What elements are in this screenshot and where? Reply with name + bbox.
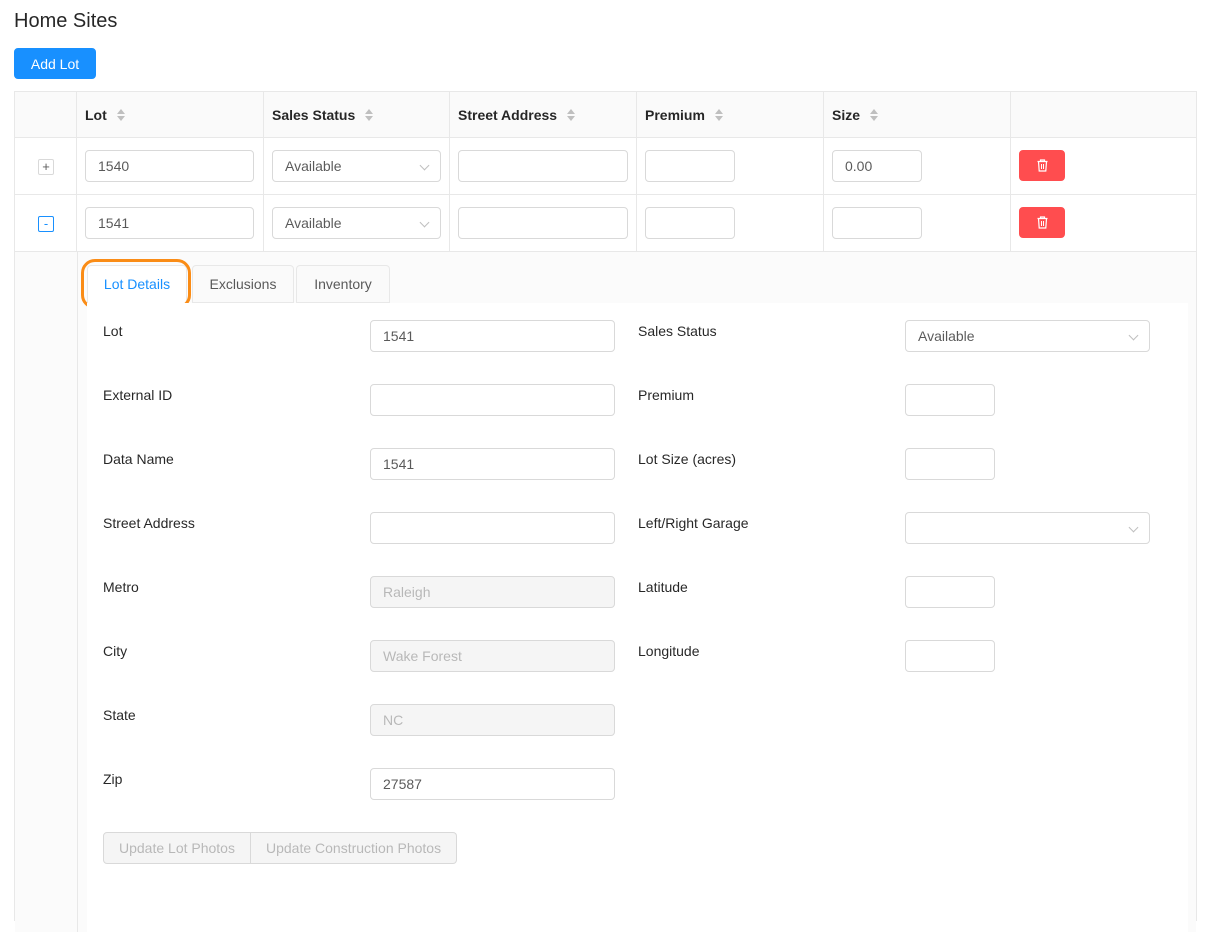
field-label-longitude: Longitude [638,643,700,659]
sales-status-field[interactable]: Available [905,320,1150,352]
collapse-row-icon[interactable]: - [38,216,54,232]
lot-input[interactable] [85,207,254,239]
street-address-input[interactable] [458,207,628,239]
column-header-label: Lot [85,106,107,123]
field-label-sales-status: Sales Status [638,323,717,339]
field-label-data-name: Data Name [103,451,174,467]
field-label-metro: Metro [103,579,139,595]
field-label-lot: Lot [103,323,123,339]
chevron-down-icon [419,160,430,171]
add-lot-button[interactable]: Add Lot [14,48,96,79]
trash-icon [1037,216,1048,229]
size-input[interactable] [832,207,922,239]
field-label-city: City [103,643,128,659]
table-row: - Available [15,195,1196,252]
column-header-sales-status[interactable]: Sales Status [264,92,450,137]
garage-select[interactable] [905,512,1150,544]
sort-icon[interactable] [870,108,879,121]
sales-status-select[interactable]: Available [272,150,441,182]
field-label-state: State [103,707,136,723]
column-header-lot[interactable]: Lot [77,92,264,137]
delete-row-button[interactable] [1019,207,1065,238]
street-address-input[interactable] [458,150,628,182]
column-header-label: Size [832,106,861,123]
premium-input[interactable] [645,207,735,239]
metro-field [370,576,615,608]
field-label-zip: Zip [103,771,123,787]
field-label-lot-size: Lot Size (acres) [638,451,737,467]
tab-inventory[interactable]: Inventory [296,265,390,303]
chevron-down-icon [1128,330,1139,341]
column-header-label: Premium [645,106,705,123]
column-header-street-address[interactable]: Street Address [450,92,637,137]
expand-row-icon[interactable]: + [38,159,54,175]
longitude-field[interactable] [905,640,995,672]
field-label-latitude: Latitude [638,579,688,595]
tab-lot-details[interactable]: Lot Details [87,265,187,303]
sales-status-select[interactable]: Available [272,207,441,239]
column-header-size[interactable]: Size [824,92,1011,137]
chevron-down-icon [419,217,430,228]
chevron-down-icon [1128,522,1139,533]
column-header-actions [1011,92,1198,137]
lot-input[interactable] [85,150,254,182]
zip-field[interactable] [370,768,615,800]
size-input[interactable] [832,150,922,182]
table-header: Lot Sales Status Street Address Premium … [15,92,1196,138]
select-value: Available [285,215,342,231]
expand-column-header [15,92,77,137]
premium-field[interactable] [905,384,995,416]
delete-row-button[interactable] [1019,150,1065,181]
column-header-premium[interactable]: Premium [637,92,824,137]
latitude-field[interactable] [905,576,995,608]
field-label-garage: Left/Right Garage [638,515,749,531]
column-header-label: Street Address [458,106,558,123]
update-construction-photos-button: Update Construction Photos [250,832,458,864]
street-address-field[interactable] [370,512,615,544]
column-header-label: Sales Status [272,106,356,123]
sort-icon[interactable] [116,108,125,121]
trash-icon [1037,159,1048,172]
update-lot-photos-button: Update Lot Photos [103,832,251,864]
field-label-premium: Premium [638,387,695,403]
external-id-field[interactable] [370,384,615,416]
data-name-field[interactable] [370,448,615,480]
lot-field[interactable] [370,320,615,352]
sort-icon[interactable] [714,108,723,121]
sort-icon[interactable] [365,108,374,121]
state-field [370,704,615,736]
photo-buttons: Update Lot Photos Update Construction Ph… [103,832,458,864]
premium-input[interactable] [645,150,735,182]
select-value: Available [918,328,975,344]
field-label-external-id: External ID [103,387,173,403]
sort-icon[interactable] [567,108,576,121]
expanded-row: Lot Details Exclusions Inventory Lot Ext… [15,252,1196,943]
field-label-street-address: Street Address [103,515,195,531]
select-value: Available [285,158,342,174]
lots-table: Lot Sales Status Street Address Premium … [14,91,1197,943]
table-row: + Available [15,138,1196,195]
page-title: Home Sites [14,10,118,32]
divider [77,252,78,932]
lot-details-panel: Lot External ID Data Name Street Address… [87,303,1188,943]
lot-size-field[interactable] [905,448,995,480]
tab-exclusions[interactable]: Exclusions [192,265,294,303]
city-field [370,640,615,672]
